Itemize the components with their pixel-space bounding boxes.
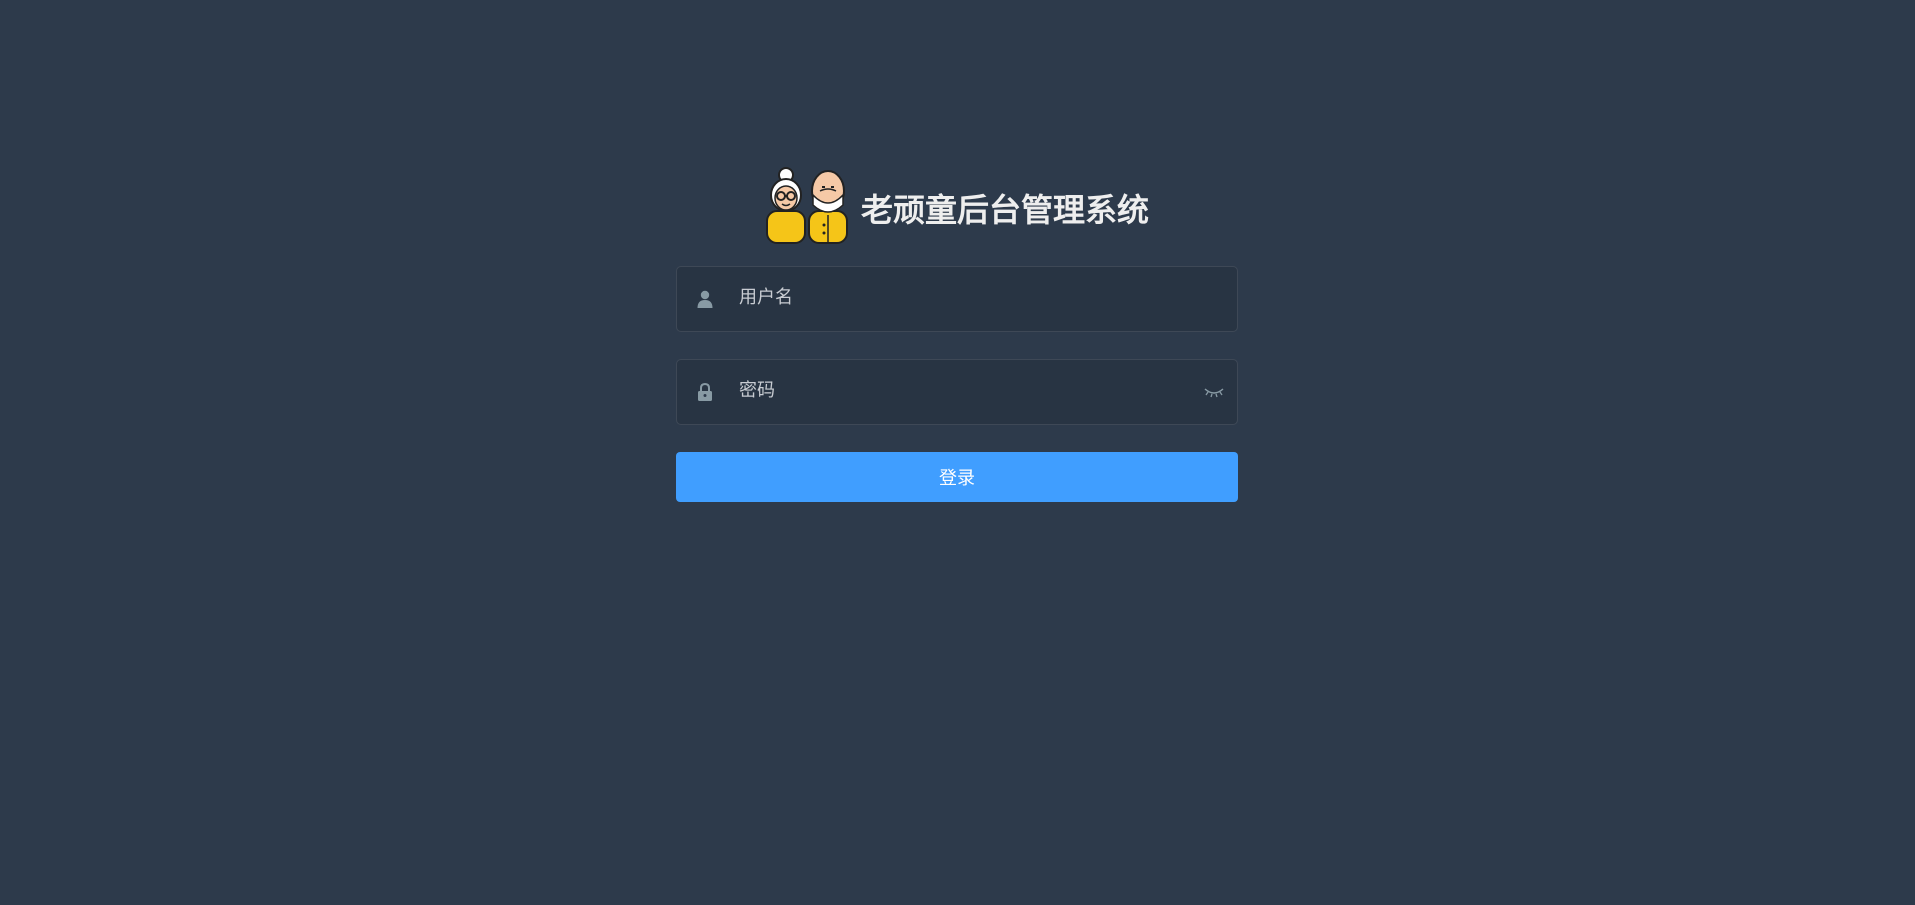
title-container: 老顽童后台管理系统: [676, 160, 1238, 250]
lock-icon: [695, 382, 715, 402]
user-icon: [695, 289, 715, 309]
password-input[interactable]: [739, 358, 1203, 423]
password-field: [676, 358, 1238, 425]
username-input[interactable]: [739, 265, 1237, 330]
login-form: 老顽童后台管理系统 用户名 登录: [676, 160, 1238, 502]
login-button[interactable]: 登录: [676, 452, 1238, 502]
login-page: 老顽童后台管理系统 用户名 登录: [0, 0, 1915, 905]
elderly-couple-icon: [765, 165, 851, 245]
page-title: 老顽童后台管理系统: [860, 191, 1149, 229]
username-field: [676, 265, 1238, 332]
eye-closed-icon[interactable]: [1203, 382, 1225, 402]
